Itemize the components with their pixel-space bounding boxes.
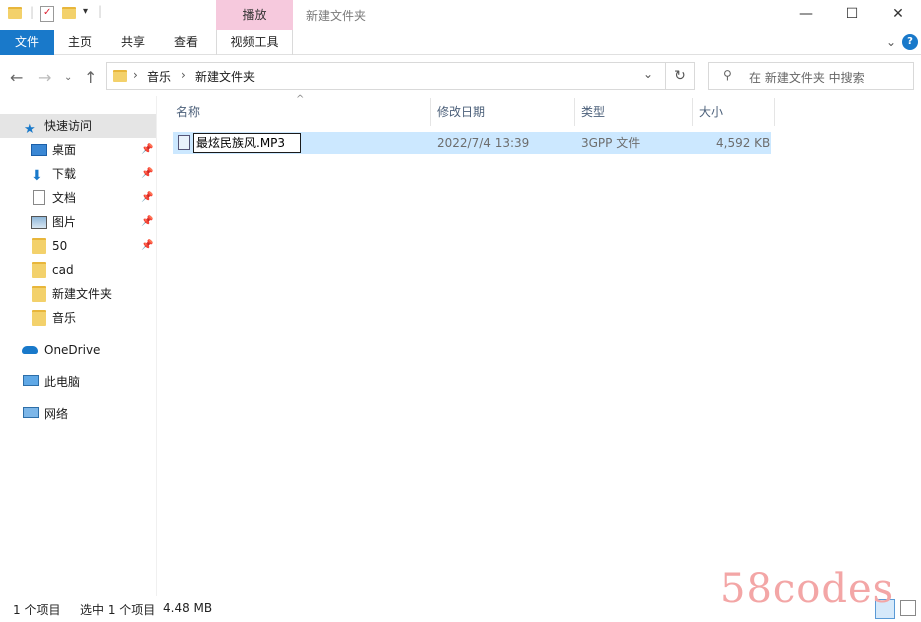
selected-size: 4.48 MB — [163, 601, 213, 615]
separator: | — [98, 4, 103, 18]
file-type: 3GPP 文件 — [581, 136, 641, 150]
nav-label: 此电脑 — [44, 375, 81, 389]
column-header-name[interactable]: 名称 — [170, 98, 431, 126]
navigation-pane: ★ 快速访问 桌面 📌 ⬇ 下载 📌 文档 📌 图片 📌 50 📌 cad 新建… — [0, 96, 157, 596]
address-box[interactable]: › 音乐 › 新建文件夹 ⌄ — [106, 62, 666, 90]
new-folder-icon[interactable] — [62, 7, 76, 19]
nav-label: 新建文件夹 — [52, 287, 113, 301]
star-icon: ★ — [24, 122, 36, 137]
nav-quick-access[interactable]: ★ 快速访问 — [0, 114, 156, 138]
search-input[interactable]: ⚲ 在 新建文件夹 中搜索 — [708, 62, 914, 90]
ribbon-tabs: 文件 主页 共享 查看 视频工具 ⌄ ? — [0, 30, 921, 55]
up-arrow-icon[interactable]: ↑ — [84, 68, 97, 87]
nav-label: 音乐 — [52, 311, 77, 325]
pictures-icon — [31, 216, 47, 229]
pin-icon[interactable]: 📌 — [141, 234, 153, 258]
tab-home[interactable]: 主页 — [58, 30, 102, 55]
breadcrumb-item-music[interactable]: 音乐 — [147, 68, 171, 85]
nav-network[interactable]: 网络 — [0, 402, 156, 426]
cloud-icon — [22, 346, 38, 354]
documents-icon — [33, 190, 45, 205]
nav-item-pictures[interactable]: 图片 📌 — [0, 210, 156, 234]
nav-item-cad[interactable]: cad — [0, 258, 156, 282]
column-headers: ^ 名称 修改日期 类型 大小 — [170, 94, 776, 126]
nav-item-documents[interactable]: 文档 📌 — [0, 186, 156, 210]
column-header-modified[interactable]: 修改日期 — [431, 98, 575, 126]
customize-quick-access-icon[interactable]: ▾ — [83, 6, 88, 17]
computer-icon — [23, 375, 39, 386]
help-icon[interactable]: ? — [902, 34, 918, 50]
network-icon — [23, 407, 39, 418]
title-bar: | ✓ ▾ | 播放 新建文件夹 — ☐ ✕ — [0, 0, 921, 30]
refresh-icon[interactable]: ↻ — [666, 62, 695, 90]
nav-label: OneDrive — [44, 343, 101, 357]
file-row[interactable]: 最炫民族风.MP3 2022/7/4 13:39 3GPP 文件 4,592 K… — [173, 132, 771, 154]
nav-item-music[interactable]: 音乐 — [0, 306, 156, 330]
folder-icon — [32, 310, 46, 326]
folder-icon — [32, 262, 46, 278]
context-tab-play[interactable]: 播放 — [216, 0, 293, 30]
column-header-type[interactable]: 类型 — [575, 98, 693, 126]
minimize-button[interactable]: — — [783, 0, 829, 28]
nav-label: 快速访问 — [44, 119, 93, 133]
search-placeholder: 在 新建文件夹 中搜索 — [749, 71, 865, 85]
back-arrow-icon[interactable]: ← — [10, 68, 23, 87]
nav-this-pc[interactable]: 此电脑 — [0, 370, 156, 394]
folder-icon — [113, 70, 127, 82]
column-header-size[interactable]: 大小 — [693, 98, 775, 126]
tab-share[interactable]: 共享 — [111, 30, 155, 55]
tab-file[interactable]: 文件 — [0, 30, 54, 55]
breadcrumb-item-new-folder[interactable]: 新建文件夹 — [195, 68, 255, 85]
nav-item-downloads[interactable]: ⬇ 下载 📌 — [0, 162, 156, 186]
search-icon: ⚲ — [723, 68, 732, 82]
breadcrumb-separator: › — [133, 68, 138, 82]
forward-arrow-icon[interactable]: → — [38, 68, 51, 87]
nav-label: 50 — [52, 239, 68, 253]
file-size: 4,592 KB — [716, 136, 771, 150]
desktop-icon — [31, 144, 47, 156]
recent-locations-chevron-icon[interactable]: ⌄ — [64, 72, 72, 83]
properties-icon[interactable]: ✓ — [40, 6, 54, 22]
selected-count: 选中 1 个项目 — [80, 603, 156, 617]
nav-label: 桌面 — [52, 143, 77, 157]
download-icon: ⬇ — [31, 168, 43, 184]
file-modified: 2022/7/4 13:39 — [437, 136, 530, 150]
pin-icon[interactable]: 📌 — [141, 138, 153, 162]
nav-item-desktop[interactable]: 桌面 📌 — [0, 138, 156, 162]
folder-icon — [32, 286, 46, 302]
pin-icon[interactable]: 📌 — [141, 210, 153, 234]
nav-onedrive[interactable]: OneDrive — [0, 338, 156, 362]
nav-label: 图片 — [52, 215, 77, 229]
window-title: 新建文件夹 — [306, 9, 367, 23]
nav-label: 下载 — [52, 167, 77, 181]
tab-view[interactable]: 查看 — [164, 30, 208, 55]
watermark: 58codes — [720, 566, 895, 612]
folder-icon — [32, 238, 46, 254]
rename-input[interactable]: 最炫民族风.MP3 — [193, 133, 301, 153]
address-bar-row: ← → ⌄ ↑ › 音乐 › 新建文件夹 ⌄ ↻ ⚲ 在 新建文件夹 中搜索 — [0, 58, 921, 96]
item-count: 1 个项目 — [13, 603, 61, 617]
separator: | — [30, 5, 35, 19]
nav-item-new-folder[interactable]: 新建文件夹 — [0, 282, 156, 306]
large-icons-view-icon[interactable] — [900, 600, 916, 616]
folder-icon[interactable] — [8, 7, 22, 19]
breadcrumb-separator: › — [181, 68, 186, 82]
audio-file-icon — [178, 135, 190, 150]
nav-label: 文档 — [52, 191, 77, 205]
tab-video-tools[interactable]: 视频工具 — [216, 30, 293, 55]
nav-label: cad — [52, 263, 74, 277]
pin-icon[interactable]: 📌 — [141, 186, 153, 210]
nav-item-50[interactable]: 50 📌 — [0, 234, 156, 258]
close-button[interactable]: ✕ — [875, 0, 921, 28]
nav-label: 网络 — [44, 407, 69, 421]
maximize-button[interactable]: ☐ — [829, 0, 875, 28]
address-dropdown-chevron-icon[interactable]: ⌄ — [643, 67, 653, 81]
pin-icon[interactable]: 📌 — [141, 162, 153, 186]
